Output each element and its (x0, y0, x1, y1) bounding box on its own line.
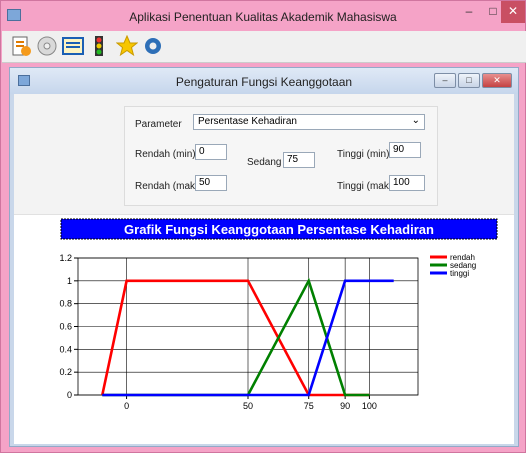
chart-area: Grafik Fungsi Keanggotaan Persentase Keh… (14, 214, 514, 444)
settings-form-window: Pengaturan Fungsi Keanggotaan – □ ✕ Para… (9, 67, 519, 447)
parameter-group: Parameter Persentase Kehadiran ⌄ Rendah … (124, 106, 438, 206)
y-tick-label: 1 (67, 276, 72, 286)
legend-label-tinggi: tinggi (450, 269, 469, 278)
rendah-min-input[interactable]: 0 (195, 144, 227, 160)
sedang-input[interactable]: 75 (283, 152, 315, 168)
x-tick-label: 50 (243, 401, 253, 411)
parameter-dropdown-value: Persentase Kehadiran (198, 116, 297, 127)
chart-plot: 0 0.2 0.4 0.6 0.8 1 1.2 0 50 75 90 100 (59, 253, 419, 411)
parameter-dropdown[interactable]: Persentase Kehadiran ⌄ (193, 114, 425, 130)
sedang-label: Sedang (247, 157, 282, 168)
toolbar (2, 31, 526, 63)
rendah-maks-input[interactable]: 50 (195, 175, 227, 191)
x-tick-label: 75 (304, 401, 314, 411)
x-tick-label: 0 (124, 401, 129, 411)
star-icon[interactable] (116, 35, 138, 57)
list-icon[interactable] (62, 35, 84, 57)
y-tick-label: 0 (67, 390, 72, 400)
form-title-bar[interactable]: Pengaturan Fungsi Keanggotaan – □ ✕ (10, 68, 518, 94)
tinggi-min-label: Tinggi (min) (337, 149, 390, 160)
report-icon[interactable] (10, 35, 32, 57)
form-minimize-button[interactable]: – (434, 73, 456, 88)
main-title-bar[interactable]: Aplikasi Penentuan Kualitas Akademik Mah… (1, 1, 525, 31)
y-tick-label: 0.8 (59, 299, 72, 309)
series-line-sedang (102, 277, 370, 397)
form-client-area: Parameter Persentase Kehadiran ⌄ Rendah … (14, 94, 514, 444)
disc-icon[interactable] (36, 35, 58, 57)
main-window: Aplikasi Penentuan Kualitas Akademik Mah… (0, 0, 526, 453)
membership-chart: Grafik Fungsi Keanggotaan Persentase Keh… (59, 218, 498, 411)
close-button[interactable]: ✕ (501, 1, 525, 23)
chart-title: Grafik Fungsi Keanggotaan Persentase Keh… (124, 222, 434, 237)
chevron-down-icon: ⌄ (411, 115, 420, 126)
y-tick-label: 0.2 (59, 367, 72, 377)
x-tick-label: 90 (340, 401, 350, 411)
tinggi-min-input[interactable]: 90 (389, 142, 421, 158)
series-line-rendah (101, 279, 370, 397)
traffic-light-icon[interactable] (88, 35, 110, 57)
form-close-button[interactable]: ✕ (482, 73, 512, 88)
y-tick-label: 0.4 (59, 344, 72, 354)
tinggi-maks-input[interactable]: 100 (389, 175, 425, 191)
gear-icon[interactable] (142, 35, 164, 57)
parameter-label: Parameter (135, 119, 182, 130)
rendah-maks-label: Rendah (maks) (135, 181, 204, 192)
rendah-min-label: Rendah (min) (135, 149, 196, 160)
chart-legend: rendahsedangtinggi (430, 253, 476, 278)
x-tick-label: 100 (362, 401, 377, 411)
y-tick-label: 0.6 (59, 322, 72, 332)
minimize-button[interactable]: – (457, 1, 481, 23)
y-tick-label: 1.2 (59, 253, 72, 263)
main-window-title: Aplikasi Penentuan Kualitas Akademik Mah… (129, 10, 397, 24)
form-maximize-button[interactable]: □ (458, 73, 480, 88)
